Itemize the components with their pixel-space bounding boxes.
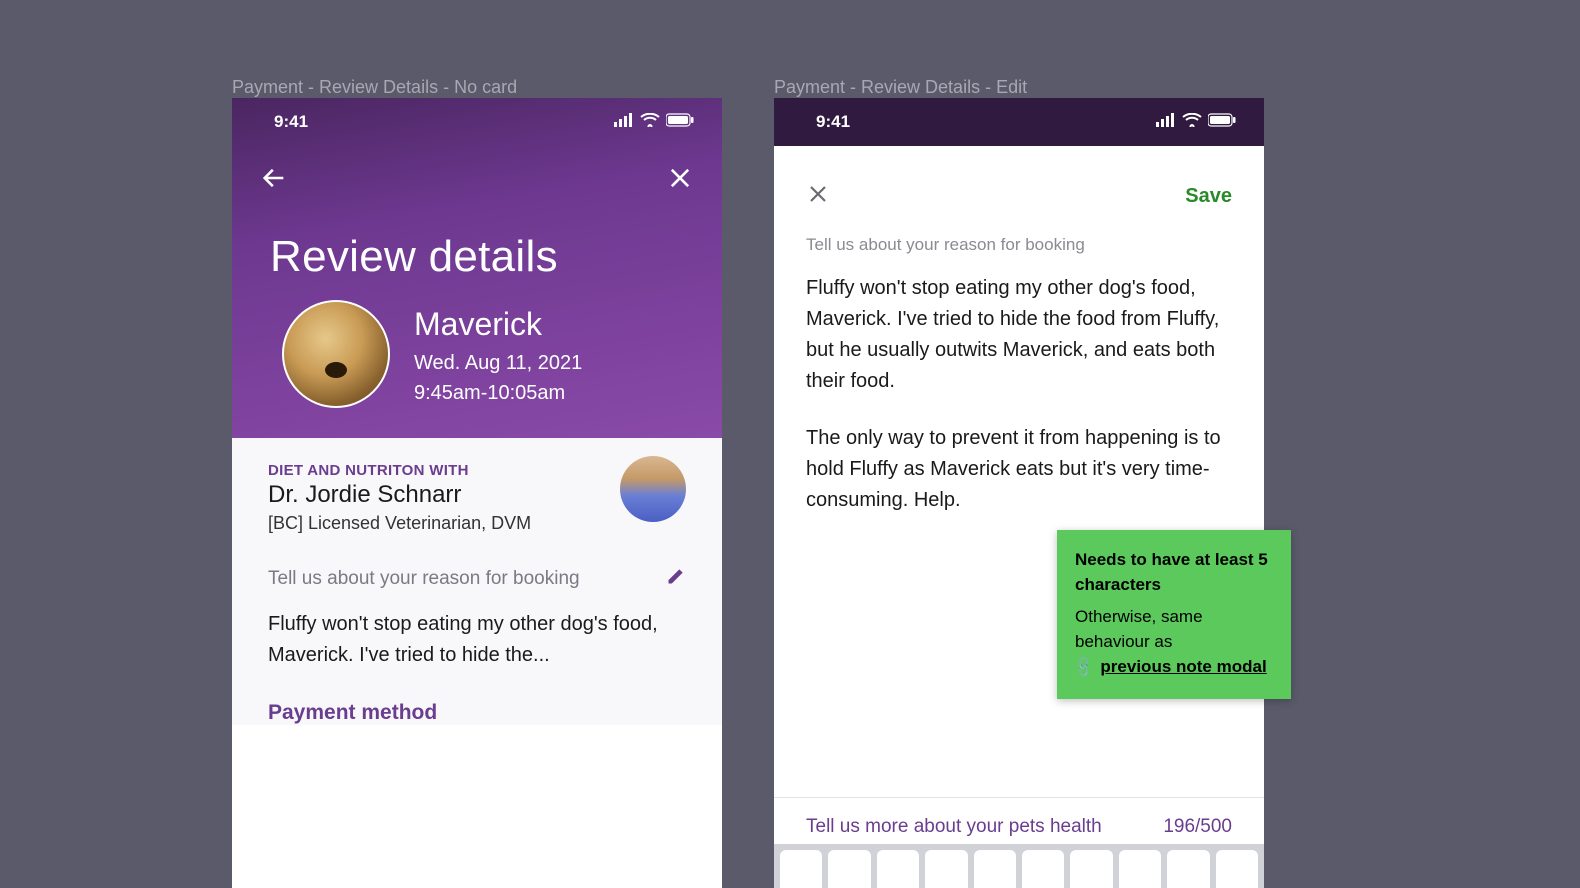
modal-save-button[interactable]: Save	[1185, 185, 1232, 208]
annotation-sticky-note: Needs to have at least 5 characters Othe…	[1057, 530, 1291, 699]
frame-label-right: Payment - Review Details - Edit	[774, 77, 1027, 98]
char-counter: 196/500	[1163, 816, 1232, 838]
card-body: DIET AND NUTRITON WITH Dr. Jordie Schnar…	[232, 438, 722, 725]
status-icons	[1156, 112, 1236, 132]
battery-icon	[666, 112, 694, 132]
close-button[interactable]	[666, 164, 694, 197]
pet-info: Maverick Wed. Aug 11, 2021 9:45am-10:05a…	[414, 300, 582, 408]
doctor-avatar	[620, 456, 686, 522]
purple-header: 9:41 Review details Maverick Wed. Aug 11…	[232, 98, 722, 438]
payment-method-heading: Payment method	[268, 701, 686, 725]
signal-icon	[1156, 112, 1176, 132]
dark-header: 9:41	[774, 98, 1264, 146]
sticky-bold: Needs to have at least 5 characters	[1075, 548, 1273, 597]
reason-preview-text: Fluffy won't stop eating my other dog's …	[268, 609, 686, 671]
reason-label: Tell us about your reason for booking	[268, 568, 580, 590]
wifi-icon	[1182, 112, 1202, 132]
status-bar: 9:41	[774, 98, 1264, 146]
edit-reason-button[interactable]	[666, 566, 686, 591]
sticky-line1: Otherwise, same behaviour as	[1075, 607, 1203, 651]
reason-text-p2: The only way to prevent it from happenin…	[806, 423, 1232, 516]
keyboard-top-row[interactable]	[774, 844, 1264, 888]
status-bar: 9:41	[232, 98, 722, 146]
modal-close-button[interactable]	[806, 182, 830, 211]
footer-hint: Tell us more about your pets health	[806, 816, 1102, 838]
edit-reason-modal: Save Tell us about your reason for booki…	[774, 154, 1264, 888]
page-title: Review details	[232, 204, 722, 300]
nav-row	[232, 146, 722, 204]
pet-summary: Maverick Wed. Aug 11, 2021 9:45am-10:05a…	[232, 300, 722, 408]
status-time: 9:41	[816, 112, 850, 132]
link-icon: 🔗	[1070, 653, 1099, 682]
appointment-time: 9:45am-10:05am	[414, 378, 582, 408]
doctor-credentials: [BC] Licensed Veterinarian, DVM	[268, 513, 686, 534]
phone-review-details: 9:41 Review details Maverick Wed. Aug 11…	[232, 98, 722, 888]
back-button[interactable]	[260, 164, 288, 197]
wifi-icon	[640, 112, 660, 132]
modal-label: Tell us about your reason for booking	[806, 235, 1232, 255]
pet-avatar	[282, 300, 390, 408]
phone-edit-modal: 9:41 Save Tell us about your reason for …	[774, 98, 1264, 888]
sticky-link[interactable]: previous note modal	[1100, 657, 1266, 676]
status-time: 9:41	[274, 112, 308, 132]
signal-icon	[614, 112, 634, 132]
reason-text-p1: Fluffy won't stop eating my other dog's …	[806, 273, 1232, 397]
status-icons	[614, 112, 694, 132]
frame-label-left: Payment - Review Details - No card	[232, 77, 517, 98]
appointment-date: Wed. Aug 11, 2021	[414, 348, 582, 378]
reason-textarea[interactable]: Fluffy won't stop eating my other dog's …	[806, 273, 1232, 516]
battery-icon	[1208, 112, 1236, 132]
modal-footer: Tell us more about your pets health 196/…	[774, 797, 1264, 838]
pet-name: Maverick	[414, 300, 582, 348]
